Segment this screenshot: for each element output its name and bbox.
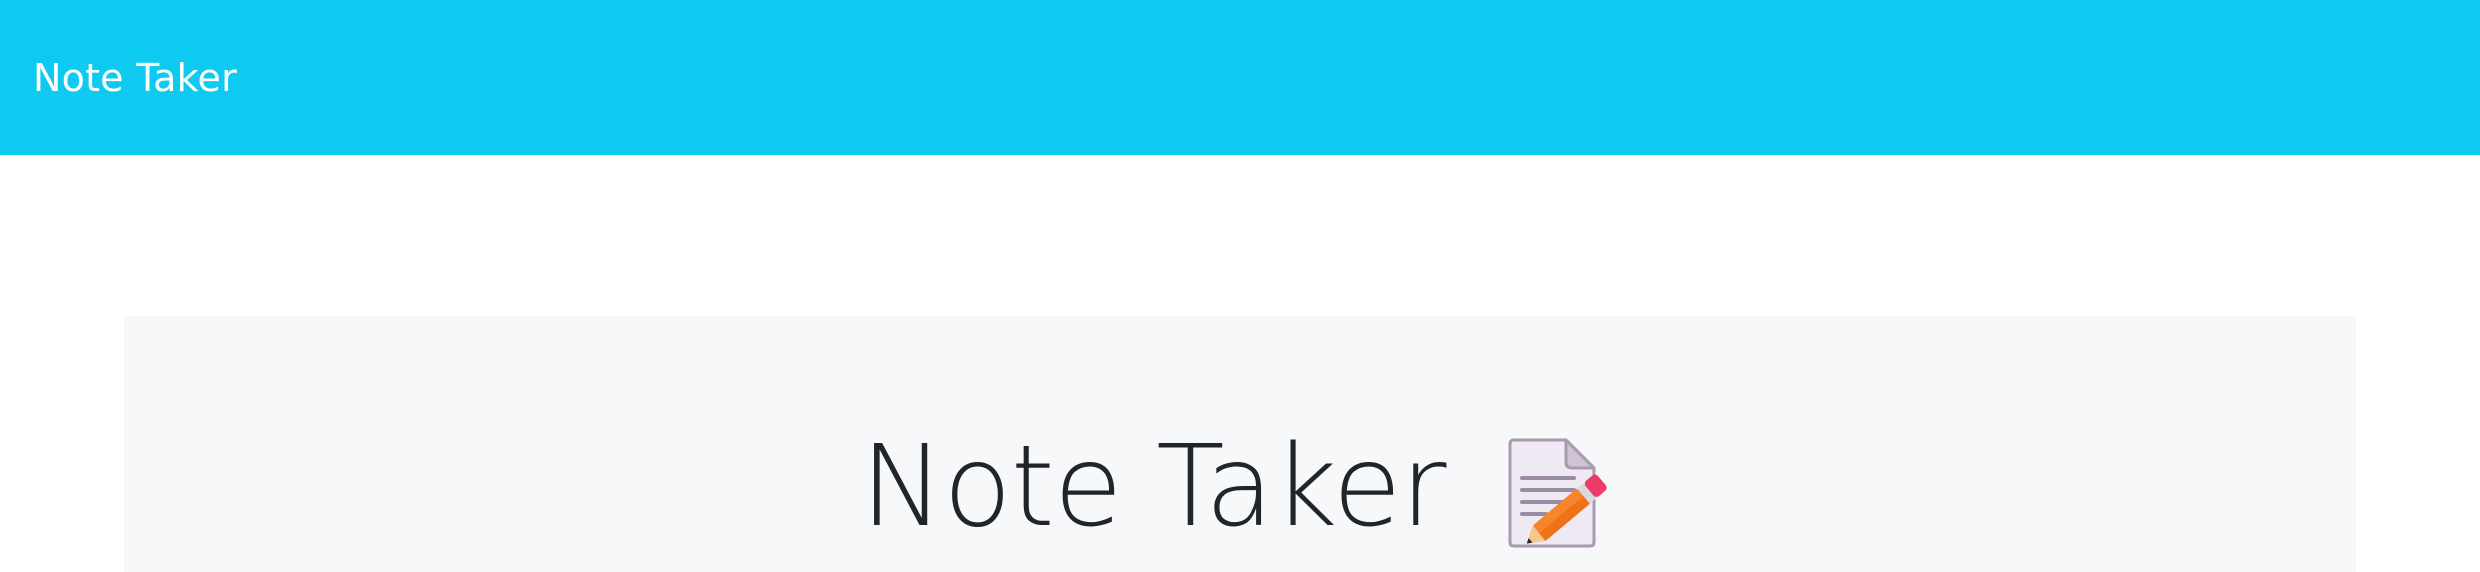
navbar-brand[interactable]: Note Taker (33, 59, 237, 97)
hero-jumbotron: Note Taker (124, 316, 2356, 572)
hero-title: Note Taker (860, 422, 1446, 552)
navbar: Note Taker (0, 0, 2480, 155)
hero-heading-row: Note Taker (124, 422, 2356, 552)
memo-pencil-icon (1502, 434, 1620, 552)
